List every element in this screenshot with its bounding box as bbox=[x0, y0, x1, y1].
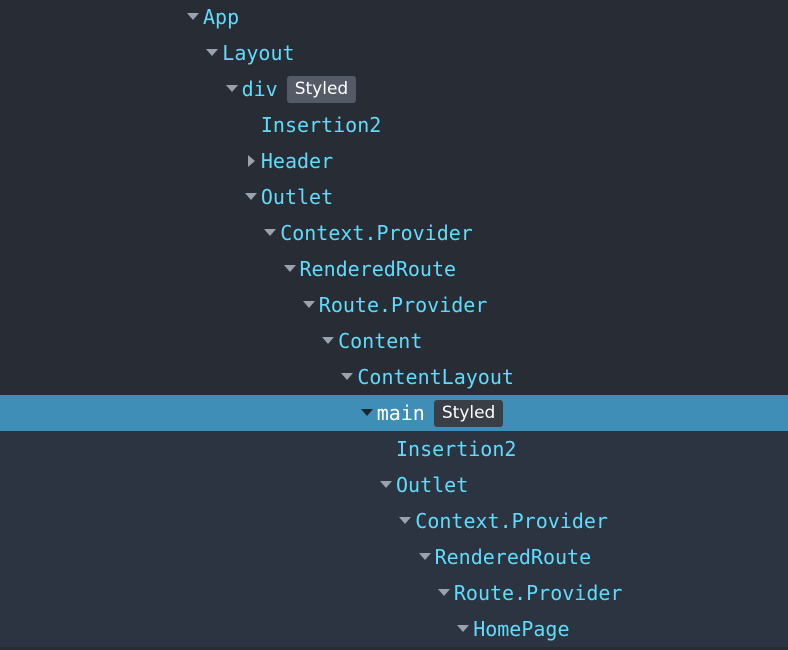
tree-node-renderedroute[interactable]: RenderedRoute bbox=[0, 251, 788, 287]
caret-right-icon[interactable] bbox=[242, 143, 261, 179]
tree-node-header[interactable]: Header bbox=[0, 143, 788, 179]
component-name: Insertion2 bbox=[260, 113, 382, 137]
tree-node-content[interactable]: Content bbox=[0, 323, 788, 359]
caret-down-icon[interactable] bbox=[435, 575, 454, 611]
tree-node-div[interactable]: div Styled bbox=[0, 71, 788, 107]
tree-node-app[interactable]: App bbox=[0, 0, 788, 35]
component-name: ContentLayout bbox=[357, 365, 514, 389]
tree-node-contentlayout[interactable]: ContentLayout bbox=[0, 359, 788, 395]
component-name: Content bbox=[338, 329, 423, 353]
component-name: RenderedRoute bbox=[434, 545, 592, 569]
component-name: RenderedRoute bbox=[299, 257, 457, 281]
component-name: Route.Provider bbox=[318, 293, 488, 317]
caret-down-icon[interactable] bbox=[377, 467, 396, 503]
tree-node-homepage[interactable]: HomePage bbox=[0, 611, 788, 647]
component-name: Outlet bbox=[260, 185, 334, 209]
tree-node-route-provider[interactable]: Route.Provider bbox=[0, 575, 788, 611]
caret-down-icon[interactable] bbox=[261, 215, 280, 251]
caret-down-icon[interactable] bbox=[203, 35, 222, 71]
tree-node-layout[interactable]: Layout bbox=[0, 35, 788, 71]
component-name: Context.Provider bbox=[415, 509, 608, 533]
caret-down-icon[interactable] bbox=[184, 0, 203, 35]
tree-node-outlet[interactable]: Outlet bbox=[0, 467, 788, 503]
component-name: Insertion2 bbox=[396, 437, 517, 461]
caret-down-icon[interactable] bbox=[396, 503, 415, 539]
component-tree: App Layout div Styled Insertion2 Header Outlet… bbox=[0, 0, 788, 650]
caret-down-icon[interactable] bbox=[358, 395, 377, 431]
tree-node-context-provider[interactable]: Context.Provider bbox=[0, 503, 788, 539]
caret-down-icon[interactable] bbox=[454, 611, 473, 647]
no-toggle-spacer bbox=[242, 107, 261, 143]
tree-node-insertion2[interactable]: Insertion2 bbox=[0, 431, 788, 467]
caret-down-icon[interactable] bbox=[242, 179, 261, 215]
component-name: Route.Provider bbox=[453, 581, 623, 605]
component-name: App bbox=[203, 5, 240, 29]
hoc-badge: Styled bbox=[286, 75, 357, 103]
caret-down-icon[interactable] bbox=[319, 323, 338, 359]
component-name: main bbox=[376, 401, 425, 425]
caret-down-icon[interactable] bbox=[416, 539, 435, 575]
tree-node-route-provider[interactable]: Route.Provider bbox=[0, 287, 788, 323]
component-name: div bbox=[241, 77, 278, 101]
caret-down-icon[interactable] bbox=[338, 359, 357, 395]
caret-down-icon[interactable] bbox=[223, 71, 242, 107]
no-toggle-spacer bbox=[377, 431, 396, 467]
tree-node-main[interactable]: main Styled bbox=[0, 395, 788, 431]
tree-node-context-provider[interactable]: Context.Provider bbox=[0, 215, 788, 251]
caret-down-icon[interactable] bbox=[281, 251, 300, 287]
component-name: Header bbox=[260, 149, 334, 173]
tree-node-outlet[interactable]: Outlet bbox=[0, 179, 788, 215]
caret-down-icon[interactable] bbox=[300, 287, 319, 323]
component-name: Context.Provider bbox=[280, 221, 473, 245]
tree-node-renderedroute[interactable]: RenderedRoute bbox=[0, 539, 788, 575]
component-name: Layout bbox=[222, 41, 295, 65]
tree-node-insertion2[interactable]: Insertion2 bbox=[0, 107, 788, 143]
component-name: Outlet bbox=[396, 473, 469, 497]
component-name: HomePage bbox=[473, 617, 570, 641]
hoc-badge: Styled bbox=[433, 399, 504, 427]
